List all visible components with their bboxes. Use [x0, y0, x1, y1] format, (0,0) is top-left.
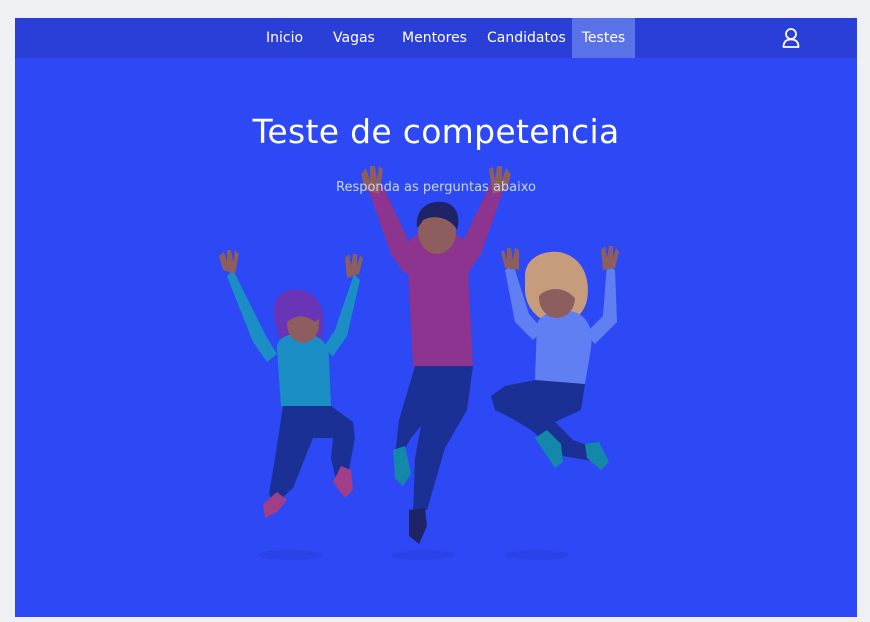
page-title: Teste de competencia — [252, 112, 620, 151]
nav-link-candidatos[interactable]: Candidatos — [487, 18, 566, 58]
nav-link-mentores[interactable]: Mentores — [402, 18, 467, 58]
nav-link-vagas[interactable]: Vagas — [333, 18, 375, 58]
nav-link-testes[interactable]: Testes — [572, 18, 635, 58]
user-icon-graphic — [782, 28, 800, 48]
nav-link-inicio[interactable]: Inicio — [266, 18, 303, 58]
page-subtitle: Responda as perguntas abaixo — [336, 180, 536, 195]
page-frame: Inicio Vagas Mentores Candidatos Testes — [15, 18, 857, 617]
user-icon[interactable] — [779, 26, 803, 50]
top-navbar: Inicio Vagas Mentores Candidatos Testes — [15, 18, 857, 58]
